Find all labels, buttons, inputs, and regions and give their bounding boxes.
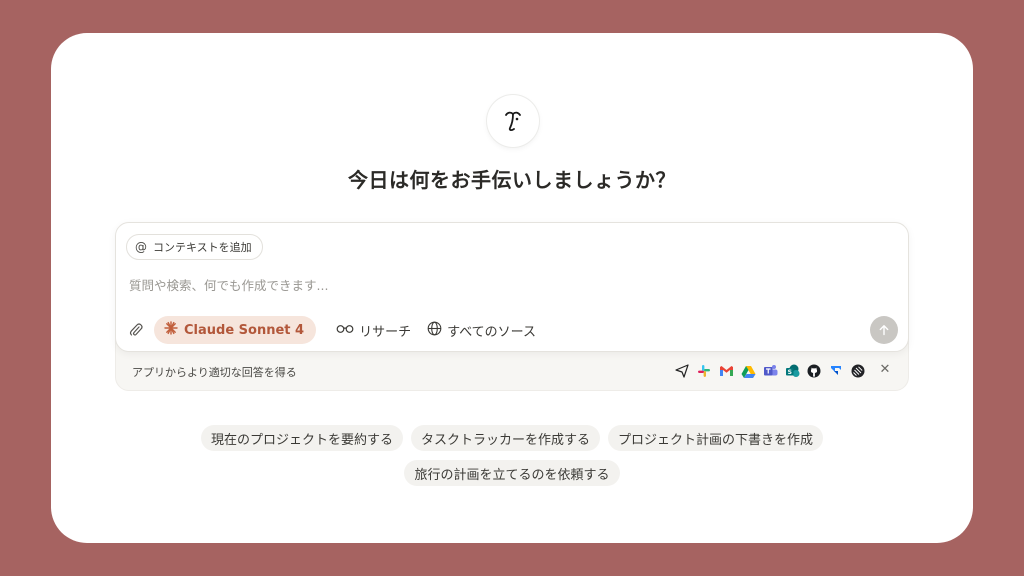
composer: @ コンテキストを追加 質問や検索、何でも作成できます... Claude So… [115, 222, 909, 352]
suggestion-row-2: 旅行の計画を立てるのを依頼する [51, 460, 973, 486]
github-icon[interactable] [806, 363, 822, 379]
add-context-label: コンテキストを追加 [153, 241, 252, 254]
message-input[interactable]: 質問や検索、何でも作成できます... [129, 275, 328, 294]
suggestion-chips: 現在のプロジェクトを要約する タスクトラッカーを作成する プロジェクト計画の下書… [51, 425, 973, 495]
app-logo-icon [487, 95, 539, 147]
suggestion-draft-plan[interactable]: プロジェクト計画の下書きを作成 [608, 425, 824, 451]
research-label: リサーチ [359, 324, 412, 340]
globe-icon [427, 321, 442, 340]
linear-icon[interactable] [850, 363, 866, 379]
suggestion-summarize-project[interactable]: 現在のプロジェクトを要約する [200, 425, 403, 451]
glasses-icon [336, 322, 354, 338]
arrow-up-icon [878, 321, 890, 340]
close-icon[interactable]: ✕ [876, 360, 894, 378]
apps-bar-label: アプリからより適切な回答を得る [132, 366, 297, 379]
jira-icon[interactable] [828, 363, 844, 379]
sources-button[interactable]: すべてのソース [419, 316, 544, 344]
page-title: 今日は何をお手伝いしましょうか？ [348, 168, 676, 192]
slack-icon[interactable] [696, 363, 712, 379]
model-selector-button[interactable]: Claude Sonnet 4 [154, 316, 317, 344]
main-card: 今日は何をお手伝いしましょうか？ アプリからより適切な回答を得る S ✕ @ コ… [51, 33, 973, 543]
teams-icon[interactable] [762, 363, 778, 379]
paperclip-icon[interactable] [126, 320, 146, 340]
research-button[interactable]: リサーチ [328, 316, 419, 344]
model-label: Claude Sonnet 4 [184, 322, 305, 338]
claude-spark-icon [164, 321, 178, 339]
suggestion-task-tracker[interactable]: タスクトラッカーを作成する [410, 425, 600, 451]
sources-label: すべてのソース [447, 324, 537, 340]
suggestion-row-1: 現在のプロジェクトを要約する タスクトラッカーを作成する プロジェクト計画の下書… [51, 425, 973, 451]
suggestion-plan-trip[interactable]: 旅行の計画を立てるのを依頼する [404, 460, 620, 486]
add-context-button[interactable]: @ コンテキストを追加 [126, 234, 263, 260]
paper-plane-icon[interactable] [674, 363, 690, 379]
gmail-icon[interactable] [718, 363, 734, 379]
send-button[interactable] [870, 316, 898, 344]
sharepoint-icon[interactable]: S [784, 363, 800, 379]
at-sign-icon: @ [135, 240, 147, 254]
composer-toolbar: Claude Sonnet 4 リサーチ すべてのソース [126, 316, 898, 344]
google-drive-icon[interactable] [740, 363, 756, 379]
app-icons-group: S [674, 363, 866, 379]
svg-text:S: S [787, 369, 791, 376]
